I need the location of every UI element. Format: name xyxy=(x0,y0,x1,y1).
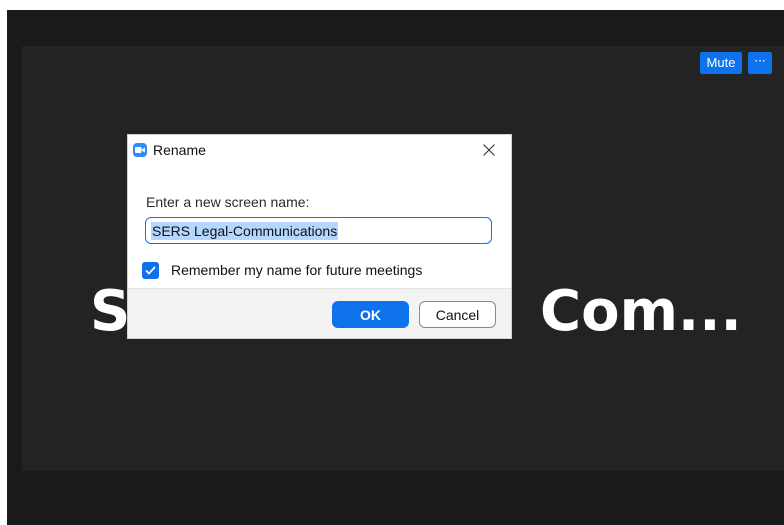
checkmark-icon xyxy=(145,266,156,275)
more-options-button[interactable]: ··· xyxy=(748,52,772,74)
remember-name-checkbox[interactable] xyxy=(142,262,159,279)
rename-dialog: Rename Enter a new screen name: SERS Leg… xyxy=(128,135,511,338)
remember-name-label: Remember my name for future meetings xyxy=(171,262,423,278)
dialog-title: Rename xyxy=(153,142,206,158)
close-button[interactable] xyxy=(478,140,500,160)
close-icon xyxy=(483,144,495,156)
screen-name-value: SERS Legal-Communications xyxy=(151,222,339,240)
screen-name-input[interactable]: SERS Legal-Communications xyxy=(145,217,492,244)
screen-name-label: Enter a new screen name: xyxy=(146,194,310,210)
more-icon: ··· xyxy=(754,54,766,68)
dialog-titlebar: Rename xyxy=(128,135,511,167)
ok-button[interactable]: OK xyxy=(332,301,409,328)
mute-button[interactable]: Mute xyxy=(700,52,742,74)
zoom-camera-icon xyxy=(133,143,147,157)
participant-name-end: Com... xyxy=(540,279,742,344)
cancel-button[interactable]: Cancel xyxy=(419,301,496,328)
dialog-footer: OK Cancel xyxy=(128,288,511,338)
